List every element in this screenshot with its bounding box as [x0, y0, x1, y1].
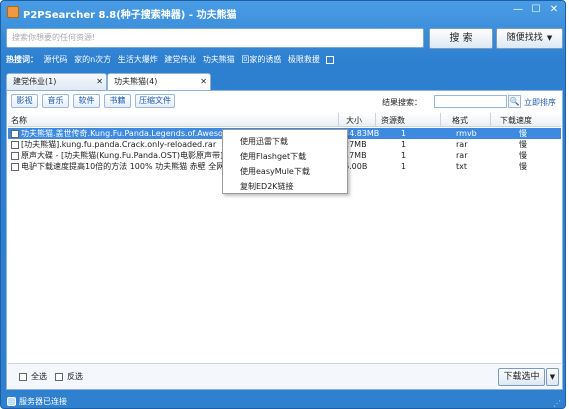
- close-button[interactable]: ✕: [546, 3, 562, 17]
- minimize-button[interactable]: —: [510, 3, 526, 17]
- hot-word-link[interactable]: 回家的诱惑: [241, 55, 281, 64]
- download-selected-button[interactable]: 下载选中: [498, 368, 545, 386]
- row-checkbox[interactable]: [11, 163, 19, 171]
- row-size: 17MB: [344, 151, 367, 160]
- invert-selection-checkbox[interactable]: [55, 373, 63, 381]
- sort-now-link[interactable]: 立即排序: [524, 97, 556, 108]
- column-divider[interactable]: [338, 113, 339, 127]
- row-speed: 慢: [519, 162, 527, 171]
- tab-label: 功夫熊猫(4): [114, 77, 158, 86]
- maximize-button[interactable]: ☐: [528, 3, 544, 17]
- random-search-button[interactable]: 随便找找 ▼: [496, 28, 563, 49]
- row-checkbox[interactable]: [11, 152, 19, 160]
- row-format: rmvb: [456, 129, 477, 138]
- invert-selection-label[interactable]: 反选: [67, 371, 83, 382]
- select-all-checkbox[interactable]: [19, 373, 27, 381]
- category-video-button[interactable]: 影视: [11, 94, 38, 108]
- column-header-speed[interactable]: 下载速度: [500, 115, 532, 126]
- refresh-icon[interactable]: [326, 55, 335, 64]
- column-divider[interactable]: [375, 113, 376, 127]
- column-header-sources[interactable]: 资源数: [381, 115, 405, 126]
- tab-jiandang[interactable]: 建党伟业(1) ✕: [6, 73, 107, 91]
- hot-word-link[interactable]: 功夫熊猫: [203, 55, 235, 64]
- column-divider[interactable]: [440, 113, 441, 127]
- hot-word-link[interactable]: 生活大爆炸: [118, 55, 158, 64]
- row-size: 27MB: [344, 140, 367, 149]
- hot-words-bar: 热搜词： 源代码 家的n次方 生活大爆炸 建党伟业 功夫熊猫 回家的诱惑 极限救…: [6, 54, 338, 65]
- status-bar: 服务器已连接 ⋰: [1, 393, 565, 408]
- resize-grip-icon[interactable]: ⋰: [553, 399, 561, 408]
- column-divider[interactable]: [490, 113, 491, 127]
- row-format: rar: [456, 151, 468, 160]
- row-format: rar: [456, 140, 468, 149]
- column-header-format[interactable]: 格式: [452, 115, 468, 126]
- context-menu: 使用迅雷下载 使用Flashget下载 使用easyMule下载 复制ED2K链…: [222, 129, 348, 194]
- row-speed: 慢: [519, 129, 527, 138]
- row-size: 84.83MB: [344, 129, 380, 138]
- hot-word-link[interactable]: 极限救援: [288, 55, 320, 64]
- column-header-size[interactable]: 大小: [346, 115, 362, 126]
- search-button[interactable]: 搜 索: [429, 28, 493, 49]
- title-bar: P2PSearcher 8.8(种子搜索神器) - 功夫熊猫 — ☐ ✕: [1, 1, 565, 25]
- context-menu-item-thunder[interactable]: 使用迅雷下载: [240, 136, 288, 147]
- close-tab-icon[interactable]: ✕: [200, 74, 207, 90]
- context-menu-item-copy-ed2k[interactable]: 复制ED2K链接: [240, 181, 294, 192]
- random-search-label: 随便找找: [506, 33, 543, 43]
- search-icon[interactable]: 🔍: [508, 95, 521, 108]
- row-checkbox[interactable]: [11, 141, 19, 149]
- row-sources: 1: [401, 162, 407, 171]
- row-speed: 慢: [519, 151, 527, 160]
- row-size: 6.00B: [344, 162, 368, 171]
- status-text: 服务器已连接: [19, 397, 67, 406]
- hot-word-link[interactable]: 家的n次方: [74, 55, 111, 64]
- bottom-toolbar: 全选 反选 下载选中 ▼: [8, 363, 561, 389]
- row-format: txt: [456, 162, 468, 171]
- category-music-button[interactable]: 音乐: [42, 94, 69, 108]
- hot-words-label: 热搜词：: [6, 55, 38, 64]
- context-menu-item-flashget[interactable]: 使用Flashget下载: [240, 151, 306, 162]
- row-checkbox[interactable]: [11, 130, 19, 138]
- row-sources: 1: [401, 129, 407, 138]
- app-icon: [7, 6, 19, 18]
- row-sources: 1: [401, 140, 407, 149]
- hot-word-link[interactable]: 建党伟业: [164, 55, 196, 64]
- tab-kungfu-panda[interactable]: 功夫熊猫(4) ✕: [107, 73, 211, 91]
- result-search-label: 结果搜索：: [382, 98, 422, 107]
- server-icon: [7, 397, 16, 406]
- close-tab-icon[interactable]: ✕: [96, 74, 103, 90]
- column-header-name[interactable]: 名称: [11, 115, 27, 126]
- row-sources: 1: [401, 151, 407, 160]
- category-books-button[interactable]: 书籍: [104, 94, 131, 108]
- context-menu-item-easymule[interactable]: 使用easyMule下载: [240, 166, 310, 177]
- category-archive-button[interactable]: 压缩文件: [135, 94, 175, 108]
- category-software-button[interactable]: 软件: [73, 94, 100, 108]
- search-input[interactable]: 搜索你想要的任何资源!: [6, 28, 424, 48]
- window-title: P2PSearcher 8.8(种子搜索神器) - 功夫熊猫: [23, 10, 237, 21]
- app-window: P2PSearcher 8.8(种子搜索神器) - 功夫熊猫 — ☐ ✕ 搜索你…: [0, 0, 566, 409]
- chevron-down-icon[interactable]: ▼: [547, 34, 552, 42]
- chevron-down-icon[interactable]: ▼: [546, 368, 559, 386]
- tab-label: 建党伟业(1): [13, 77, 57, 86]
- row-speed: 慢: [519, 140, 527, 149]
- result-search-input[interactable]: [434, 95, 507, 108]
- select-all-label[interactable]: 全选: [31, 371, 47, 382]
- table-header: 名称 大小 资源数 格式 下载速度: [8, 113, 561, 127]
- hot-word-link[interactable]: 源代码: [44, 55, 68, 64]
